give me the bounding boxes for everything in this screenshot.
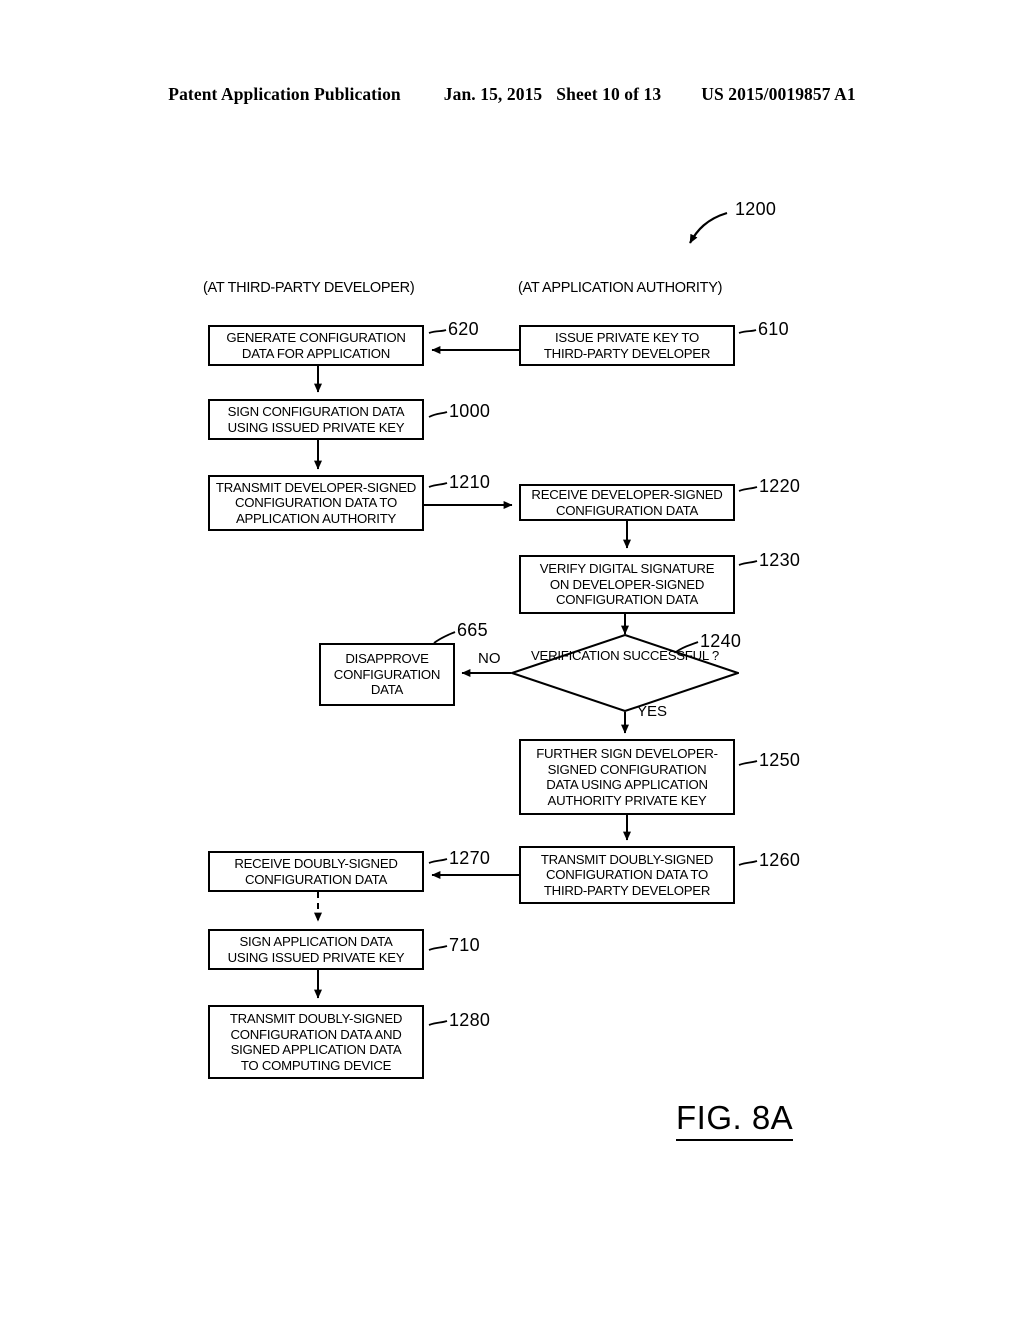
leader-620 — [428, 329, 447, 334]
branch-label-no: NO — [478, 650, 501, 667]
box-1280-line-3: SIGNED APPLICATION DATA — [230, 1042, 402, 1057]
ref-numeral-1000: 1000 — [449, 401, 491, 421]
box-1250-line-1: FURTHER SIGN DEVELOPER- — [536, 746, 718, 761]
box-1260-line-1: TRANSMIT DOUBLY-SIGNED — [540, 851, 714, 867]
figure-title: FIG. 8A — [676, 1099, 794, 1141]
box-665-line-3: DATA — [370, 682, 404, 698]
ref-numeral-1220: 1220 — [759, 476, 801, 496]
box-665-line-2: CONFIGURATION — [333, 666, 441, 682]
box-665-line-1: DISAPPROVE — [345, 651, 429, 667]
box-1270-line-1: RECEIVE DOUBLY-SIGNED — [234, 856, 398, 871]
leader-665 — [433, 631, 456, 644]
box-710-line-2: USING ISSUED PRIVATE KEY — [227, 949, 405, 965]
process-box-710: SIGN APPLICATION DATA USING ISSUED PRIVA… — [208, 929, 424, 970]
leader-710 — [428, 945, 448, 951]
box-620-line-2: DATA FOR APPLICATION — [241, 345, 391, 361]
ref-numeral-610: 610 — [758, 319, 789, 339]
decision-1240-line-2: SUCCESSFUL — [622, 648, 709, 663]
box-1280-line-2: CONFIGURATION DATA AND — [230, 1026, 402, 1042]
ref-numeral-1200: 1200 — [735, 199, 777, 219]
process-box-1220: RECEIVE DEVELOPER-SIGNED CONFIGURATION D… — [519, 484, 735, 521]
decision-1240-line-1: VERIFICATION — [531, 648, 620, 663]
box-1230-line-2: ON DEVELOPER-SIGNED — [549, 576, 705, 592]
ref-numeral-1280: 1280 — [449, 1010, 491, 1030]
patent-figure-8a: (AT THIRD-PARTY DEVELOPER) (AT APPLICATI… — [0, 0, 1024, 1320]
box-1260-line-3: THIRD-PARTY DEVELOPER — [543, 882, 711, 898]
box-1250-line-2: SIGNED CONFIGURATION — [547, 761, 707, 777]
ref-numeral-1250: 1250 — [759, 750, 801, 770]
process-box-1260: TRANSMIT DOUBLY-SIGNED CONFIGURATION DAT… — [519, 846, 735, 904]
process-box-610: ISSUE PRIVATE KEY TO THIRD-PARTY DEVELOP… — [519, 325, 735, 366]
process-box-1000: SIGN CONFIGURATION DATA USING ISSUED PRI… — [208, 399, 424, 440]
box-1210-line-1: TRANSMIT DEVELOPER-SIGNED — [215, 479, 417, 495]
ref-numeral-1240: 1240 — [700, 631, 742, 651]
box-1260-line-2: CONFIGURATION DATA TO — [545, 867, 709, 883]
box-1280-line-4: TO COMPUTING DEVICE — [240, 1057, 392, 1073]
leader-1250 — [738, 760, 758, 766]
leader-1230 — [738, 560, 758, 566]
box-1220-line-2: CONFIGURATION DATA — [555, 502, 699, 518]
ref-numeral-710: 710 — [449, 935, 480, 955]
process-box-620: GENERATE CONFIGURATION DATA FOR APPLICAT… — [208, 325, 424, 366]
box-1220-line-1: RECEIVE DEVELOPER-SIGNED — [531, 487, 723, 502]
box-1270-line-2: CONFIGURATION DATA — [244, 871, 388, 887]
box-1280-line-1: TRANSMIT DOUBLY-SIGNED — [229, 1011, 403, 1026]
box-1250-line-3: DATA USING APPLICATION — [546, 777, 708, 792]
box-710-line-1: SIGN APPLICATION DATA — [239, 934, 393, 949]
leader-1220 — [738, 486, 758, 492]
ref-numeral-620: 620 — [448, 319, 479, 339]
box-1000-line-2: USING ISSUED PRIVATE KEY — [227, 419, 405, 435]
ref-numeral-1230: 1230 — [759, 550, 801, 570]
process-box-665: DISAPPROVE CONFIGURATION DATA — [319, 643, 455, 706]
process-box-1270: RECEIVE DOUBLY-SIGNED CONFIGURATION DATA — [208, 851, 424, 892]
branch-label-yes: YES — [637, 703, 668, 720]
box-1000-line-1: SIGN CONFIGURATION DATA — [227, 404, 405, 419]
ref-numeral-1210: 1210 — [449, 472, 491, 492]
leader-610 — [738, 329, 757, 334]
box-1210-line-2: CONFIGURATION DATA TO — [234, 495, 398, 511]
ref-numeral-1260: 1260 — [759, 850, 801, 870]
ref-numeral-1270: 1270 — [449, 848, 491, 868]
box-1250-line-4: AUTHORITY PRIVATE KEY — [547, 792, 707, 808]
leader-1210 — [428, 482, 448, 488]
figure-ref-arrow-1200 — [689, 211, 728, 244]
column-caption-third-party-developer: (AT THIRD-PARTY DEVELOPER) — [203, 280, 415, 296]
leader-1260 — [738, 860, 758, 866]
box-620-line-1: GENERATE CONFIGURATION — [226, 330, 406, 345]
box-1210-line-3: APPLICATION AUTHORITY — [235, 510, 397, 526]
column-caption-application-authority: (AT APPLICATION AUTHORITY) — [518, 280, 723, 296]
box-610-line-1: ISSUE PRIVATE KEY TO — [554, 330, 700, 345]
leader-1270 — [428, 858, 448, 864]
leader-1000 — [428, 411, 448, 418]
ref-numeral-665: 665 — [457, 620, 488, 640]
process-box-1280: TRANSMIT DOUBLY-SIGNED CONFIGURATION DAT… — [208, 1005, 424, 1079]
process-box-1250: FURTHER SIGN DEVELOPER- SIGNED CONFIGURA… — [519, 739, 735, 815]
leader-1280 — [428, 1020, 448, 1026]
box-1230-line-1: VERIFY DIGITAL SIGNATURE — [539, 561, 715, 577]
box-610-line-2: THIRD-PARTY DEVELOPER — [543, 345, 711, 361]
process-box-1210: TRANSMIT DEVELOPER-SIGNED CONFIGURATION … — [208, 475, 424, 531]
process-box-1230: VERIFY DIGITAL SIGNATURE ON DEVELOPER-SI… — [519, 555, 735, 614]
box-1230-line-3: CONFIGURATION DATA — [555, 592, 699, 608]
